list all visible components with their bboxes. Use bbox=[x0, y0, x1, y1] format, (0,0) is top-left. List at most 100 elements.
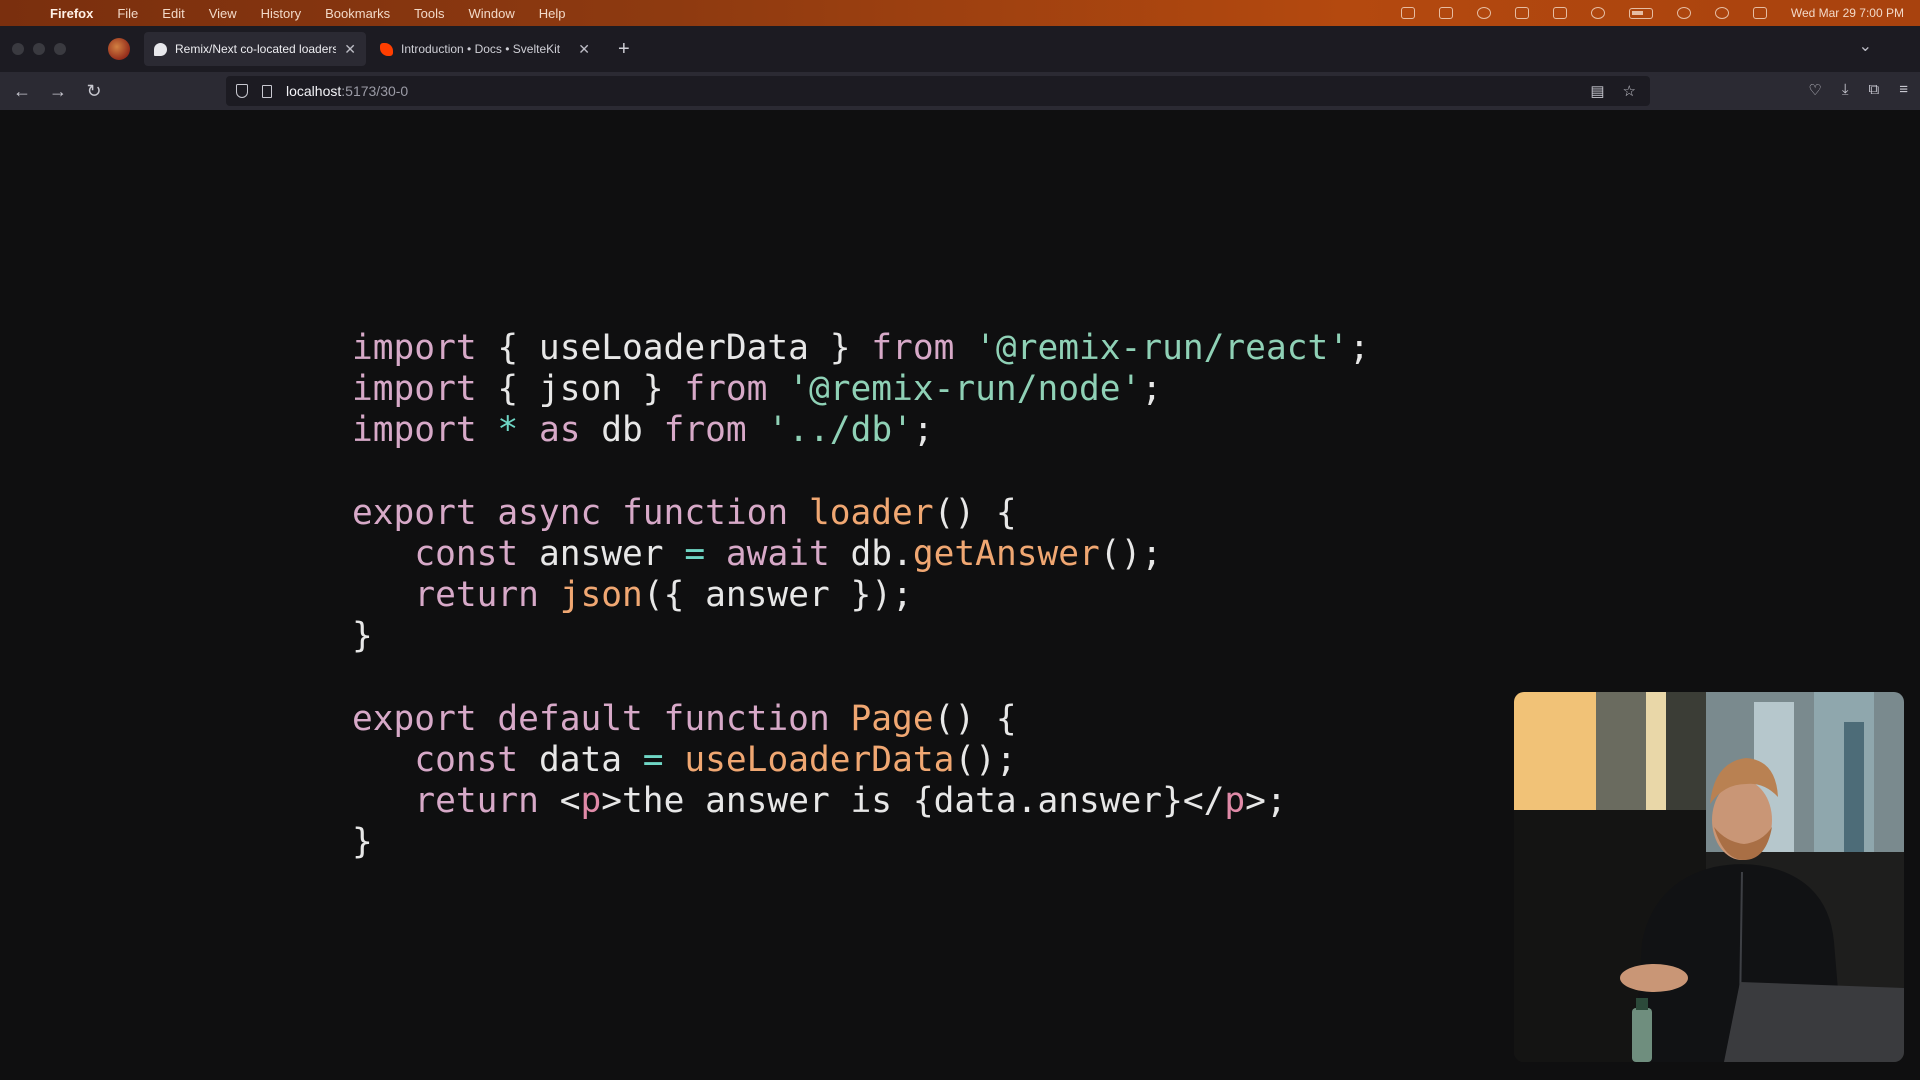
code-line: import { json } from '@remix-run/node'; bbox=[352, 369, 1370, 410]
code-token: answer bbox=[518, 533, 685, 574]
tab-close-icon[interactable]: ✕ bbox=[344, 41, 356, 58]
spotlight-search-icon[interactable] bbox=[1714, 7, 1729, 19]
code-token: '@remix-run/react' bbox=[975, 328, 1350, 368]
downloads-icon[interactable]: ⤓ bbox=[1842, 81, 1849, 99]
url-text[interactable]: localhost:5173/30-0 bbox=[286, 83, 408, 99]
code-token: as bbox=[538, 410, 581, 451]
tracking-shield-icon[interactable] bbox=[236, 84, 248, 98]
code-token: ; bbox=[1349, 328, 1370, 368]
code-token: await bbox=[725, 533, 830, 574]
code-token: '../db' bbox=[767, 410, 913, 451]
code-line: return <p>the answer is {data.answer}</p… bbox=[352, 781, 1370, 822]
control-center-icon[interactable] bbox=[1752, 7, 1767, 19]
list-all-tabs-chevron-icon[interactable]: ⌄ bbox=[1859, 36, 1872, 56]
code-token: db. bbox=[829, 533, 913, 574]
code-token: (); bbox=[1099, 533, 1163, 574]
menu-edit[interactable]: Edit bbox=[162, 6, 184, 21]
reload-icon[interactable]: ↻ bbox=[76, 81, 112, 102]
wolf-status-icon[interactable] bbox=[1514, 7, 1529, 19]
code-token: db bbox=[580, 410, 664, 451]
remix-favicon-icon bbox=[154, 42, 167, 56]
reader-view-icon[interactable]: ▤ bbox=[1590, 82, 1604, 100]
code-token: (); bbox=[954, 739, 1017, 780]
svelte-favicon-icon bbox=[380, 42, 393, 56]
record-status-icon[interactable] bbox=[1476, 7, 1491, 19]
browser-navbar: ← → ↻ localhost:5173/30-0 ▤ ☆ ♡ ⤓ ⧉ ≡ bbox=[0, 72, 1920, 111]
code-token: () { bbox=[933, 492, 1017, 533]
browser-tab-strip: Remix/Next co-located loaders ✕ Introduc… bbox=[0, 26, 1920, 72]
webcam-frame bbox=[1514, 692, 1904, 1062]
code-token: const bbox=[414, 533, 519, 574]
menu-view[interactable]: View bbox=[209, 6, 237, 21]
back-arrow-icon[interactable]: ← bbox=[4, 81, 40, 102]
tab-sveltekit-docs[interactable]: Introduction • Docs • SvelteKit ✕ bbox=[370, 32, 600, 66]
code-token: const bbox=[414, 739, 519, 780]
code-token: import bbox=[352, 410, 477, 451]
code-line: const data = useLoaderData(); bbox=[352, 740, 1370, 781]
code-token: = bbox=[642, 739, 664, 780]
code-token: export async function bbox=[352, 492, 789, 533]
code-token: return bbox=[414, 781, 539, 822]
url-host: localhost bbox=[286, 83, 342, 99]
code-token: json bbox=[559, 575, 643, 616]
close-window-button[interactable] bbox=[12, 43, 24, 55]
minimize-window-button[interactable] bbox=[33, 43, 45, 55]
battery-icon[interactable] bbox=[1628, 7, 1653, 19]
code-token: loader bbox=[808, 492, 934, 533]
code-token: data bbox=[518, 739, 643, 780]
hamburger-menu-icon[interactable]: ≡ bbox=[1899, 81, 1908, 99]
code-line: import * as db from '../db'; bbox=[352, 410, 1370, 451]
firefox-view-icon[interactable] bbox=[108, 38, 130, 60]
forward-arrow-icon[interactable]: → bbox=[40, 81, 76, 102]
camera-status-icon[interactable] bbox=[1552, 7, 1567, 19]
url-path: :5173/30-0 bbox=[341, 83, 409, 99]
code-token: from bbox=[871, 328, 955, 368]
extensions-icon[interactable]: ⧉ bbox=[1869, 81, 1880, 99]
menu-file[interactable]: File bbox=[117, 6, 138, 21]
menubar-clock[interactable]: Wed Mar 29 7:00 PM bbox=[1791, 6, 1904, 20]
tab-remix-loaders[interactable]: Remix/Next co-located loaders ✕ bbox=[144, 32, 366, 66]
tab-label: Remix/Next co-located loaders bbox=[175, 42, 337, 56]
menu-help[interactable]: Help bbox=[539, 6, 566, 21]
zoom-window-button[interactable] bbox=[54, 43, 66, 55]
code-token: ; bbox=[912, 410, 934, 451]
code-token: from bbox=[684, 369, 768, 410]
window-controls bbox=[12, 43, 108, 55]
code-token: >; bbox=[1245, 781, 1287, 822]
phone-status-icon[interactable] bbox=[1438, 7, 1453, 19]
new-tab-plus-icon[interactable]: + bbox=[618, 38, 630, 61]
code-token: { useLoaderData } bbox=[476, 328, 872, 368]
pocket-icon[interactable]: ♡ bbox=[1808, 81, 1821, 99]
tab-close-icon[interactable]: ✕ bbox=[578, 41, 590, 58]
code-token: p bbox=[580, 781, 602, 822]
bookmark-star-icon[interactable]: ☆ bbox=[1623, 82, 1636, 100]
code-token: import bbox=[352, 369, 477, 410]
menu-app-name[interactable]: Firefox bbox=[50, 6, 93, 21]
cube-status-icon[interactable] bbox=[1400, 7, 1415, 19]
code-token: () { bbox=[933, 698, 1017, 739]
code-token: from bbox=[663, 410, 747, 451]
menu-window[interactable]: Window bbox=[469, 6, 515, 21]
url-bar[interactable]: localhost:5173/30-0 ▤ ☆ bbox=[226, 76, 1650, 106]
code-line: import { useLoaderData } from '@remix-ru… bbox=[352, 328, 1370, 369]
code-token: export default function bbox=[352, 698, 830, 739]
menu-history[interactable]: History bbox=[261, 6, 301, 21]
play-status-icon[interactable] bbox=[1590, 7, 1605, 19]
wifi-icon[interactable] bbox=[1676, 7, 1691, 19]
menu-tools[interactable]: Tools bbox=[414, 6, 444, 21]
menu-bookmarks[interactable]: Bookmarks bbox=[325, 6, 390, 21]
page-info-icon[interactable] bbox=[262, 84, 272, 98]
code-token: ({ answer }); bbox=[642, 575, 913, 616]
